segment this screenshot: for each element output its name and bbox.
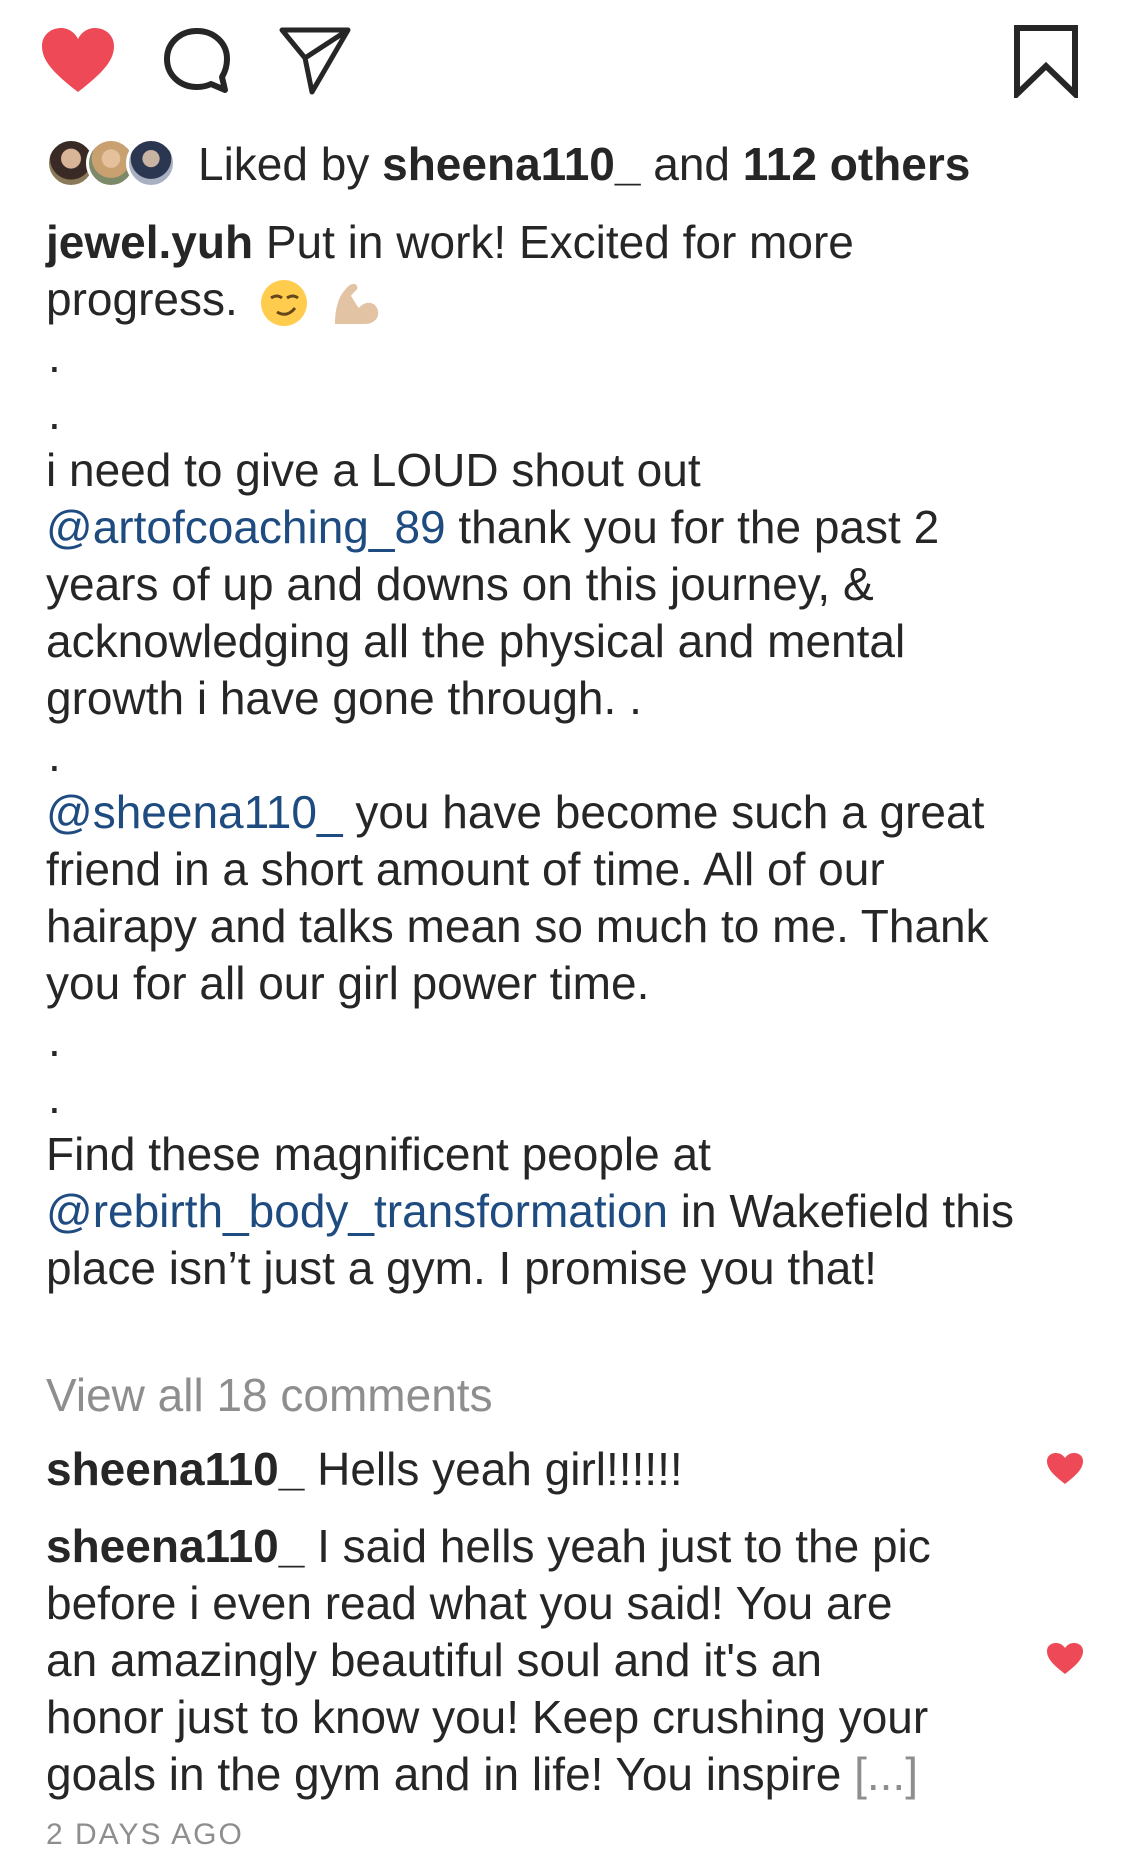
like-heart-icon[interactable] bbox=[40, 26, 116, 96]
caption-line: acknowledging all the physical and menta… bbox=[46, 615, 906, 667]
comment-line: goals in the gym and in life! You inspir… bbox=[46, 1746, 1006, 1803]
caption-text: in Wakefield this bbox=[680, 1185, 1015, 1237]
caption-line: @artofcoaching_89 thank you for the past… bbox=[46, 499, 1086, 556]
caption-text: progress. bbox=[46, 273, 238, 325]
caption-line: @sheena110_ you have become such a great bbox=[46, 784, 1086, 841]
comment: sheena110_ Hells yeah girl!!!!!! bbox=[46, 1441, 1006, 1498]
comment-line: sheena110_ I said hells yeah just to the… bbox=[46, 1518, 1006, 1575]
comment-username-link[interactable]: sheena110_ bbox=[46, 1520, 304, 1572]
comment: sheena110_ I said hells yeah just to the… bbox=[46, 1518, 1006, 1803]
comment-text: I said hells yeah just to the pic bbox=[317, 1520, 931, 1572]
paper-plane-icon[interactable] bbox=[278, 24, 352, 96]
mention-link[interactable]: @artofcoaching_89 bbox=[46, 501, 446, 553]
caption-line: you for all our girl power time. bbox=[46, 957, 650, 1009]
caption-username-link[interactable]: jewel.yuh bbox=[46, 216, 253, 268]
caption-dot: . bbox=[48, 729, 61, 781]
liked-by-and: and bbox=[653, 138, 730, 190]
caption-dot: . bbox=[48, 1014, 61, 1066]
liked-by-user-link[interactable]: sheena110_ bbox=[382, 138, 640, 190]
caption-line: friend in a short amount of time. All of… bbox=[46, 843, 885, 895]
avatar bbox=[126, 138, 176, 188]
caption-line: place isn’t just a gym. I promise you th… bbox=[46, 1242, 877, 1294]
caption-line: jewel.yuh Put in work! Excited for more bbox=[46, 214, 1086, 271]
bookmark-icon[interactable] bbox=[1013, 24, 1079, 98]
comment-text: Hells yeah girl!!!!!! bbox=[317, 1443, 683, 1495]
caption-line: years of up and downs on this journey, & bbox=[46, 558, 874, 610]
caption-text: thank you for the past 2 bbox=[458, 501, 940, 553]
caption-dot: . bbox=[48, 330, 61, 382]
caption-text: Put in work! Excited for more bbox=[265, 216, 854, 268]
post-action-bar bbox=[0, 0, 1125, 110]
liked-by-row[interactable]: Liked by sheena110_ and 112 others bbox=[46, 136, 970, 192]
comment-text: goals in the gym and in life! You inspir… bbox=[46, 1748, 842, 1800]
post-caption: jewel.yuh Put in work! Excited for more … bbox=[46, 214, 1086, 1297]
liker-avatars bbox=[46, 138, 176, 190]
caption-line: Find these magnificent people at bbox=[46, 1128, 711, 1180]
caption-line: growth i have gone through. . bbox=[46, 672, 642, 724]
flexed-biceps-emoji-icon bbox=[335, 283, 379, 324]
mention-link[interactable]: @rebirth_body_transformation bbox=[46, 1185, 668, 1237]
view-all-comments-link[interactable]: View all 18 comments bbox=[46, 1368, 493, 1422]
caption-line: progress. bbox=[46, 271, 1086, 328]
comment-bubble-icon[interactable] bbox=[162, 26, 232, 96]
caption-dot: . bbox=[48, 1071, 61, 1123]
comment-more-link[interactable]: [...] bbox=[854, 1748, 918, 1800]
liked-by-prefix: Liked by bbox=[198, 138, 370, 190]
caption-text: you have become such a great bbox=[355, 786, 985, 838]
comment-like-heart-icon[interactable] bbox=[1046, 1452, 1084, 1486]
comment-username-link[interactable]: sheena110_ bbox=[46, 1443, 304, 1495]
comment-line: an amazingly beautiful soul and it's an bbox=[46, 1634, 822, 1686]
liked-by-others-link[interactable]: 112 others bbox=[743, 138, 971, 190]
mention-link[interactable]: @sheena110_ bbox=[46, 786, 343, 838]
caption-line: i need to give a LOUD shout out bbox=[46, 444, 701, 496]
caption-line: @rebirth_body_transformation in Wakefiel… bbox=[46, 1183, 1086, 1240]
smirk-emoji-icon bbox=[260, 279, 307, 326]
caption-line: hairapy and talks mean so much to me. Th… bbox=[46, 900, 989, 952]
comment-like-heart-icon[interactable] bbox=[1046, 1642, 1084, 1676]
comment-line: before i even read what you said! You ar… bbox=[46, 1577, 893, 1629]
caption-dot: . bbox=[48, 387, 61, 439]
likes-summary: Liked by sheena110_ and 112 others bbox=[198, 137, 970, 191]
comment-line: honor just to know you! Keep crushing yo… bbox=[46, 1691, 929, 1743]
